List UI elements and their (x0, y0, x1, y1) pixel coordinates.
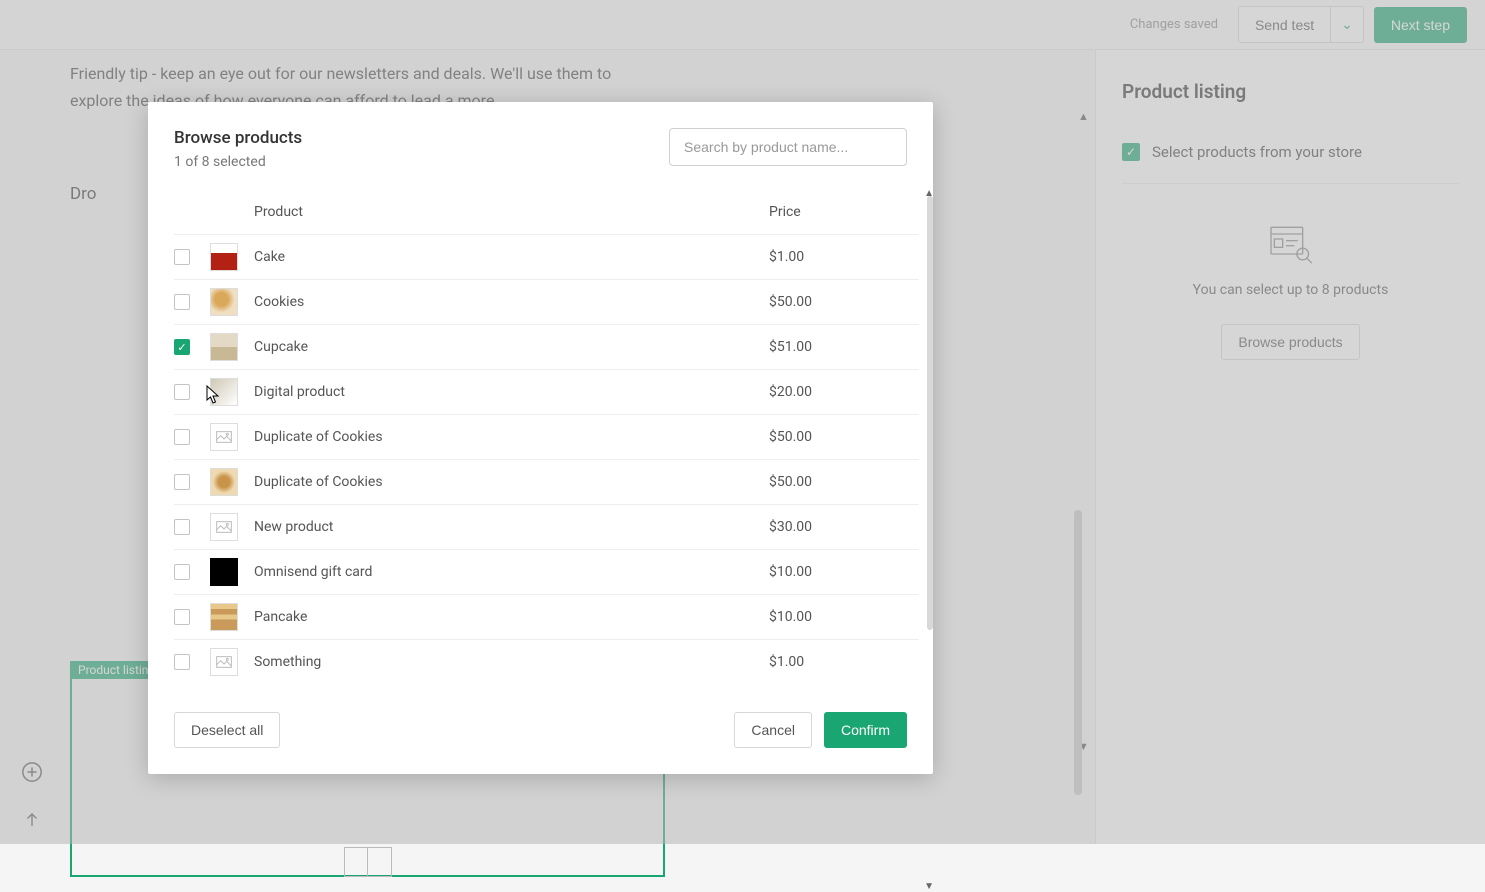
product-price: $50.00 (769, 280, 919, 325)
table-row[interactable]: Cookies$50.00 (174, 280, 919, 325)
product-name: Digital product (254, 370, 769, 415)
product-list-icon (344, 847, 392, 877)
product-checkbox[interactable]: ✓ (174, 339, 190, 355)
product-price: $51.00 (769, 325, 919, 370)
column-header-price: Price (769, 196, 919, 235)
product-name: Omnisend gift card (254, 550, 769, 595)
product-thumbnail (210, 243, 238, 271)
product-price: $1.00 (769, 235, 919, 280)
product-thumbnail (210, 603, 238, 631)
product-checkbox[interactable] (174, 384, 190, 400)
browse-products-modal: Browse products 1 of 8 selected ▲ ▼ Prod… (148, 102, 933, 774)
table-row[interactable]: ✓ Cupcake$51.00 (174, 325, 919, 370)
product-name: Cake (254, 235, 769, 280)
product-checkbox[interactable] (174, 429, 190, 445)
product-price: $50.00 (769, 460, 919, 505)
table-row[interactable]: Omnisend gift card$10.00 (174, 550, 919, 595)
product-price: $30.00 (769, 505, 919, 550)
product-price: $20.00 (769, 370, 919, 415)
table-scrollbar-thumb[interactable] (927, 196, 933, 630)
product-thumbnail (210, 513, 238, 541)
modal-header: Browse products 1 of 8 selected (148, 128, 933, 170)
table-row[interactable]: Cake$1.00 (174, 235, 919, 280)
product-checkbox[interactable] (174, 249, 190, 265)
product-name: Duplicate of Cookies (254, 415, 769, 460)
product-price: $10.00 (769, 595, 919, 640)
product-name: Duplicate of Cookies (254, 460, 769, 505)
product-name: Cupcake (254, 325, 769, 370)
confirm-button[interactable]: Confirm (824, 712, 907, 748)
product-checkbox[interactable] (174, 564, 190, 580)
product-thumbnail (210, 468, 238, 496)
product-thumbnail (210, 648, 238, 676)
product-table-wrap: ▲ ▼ Product Price Cake$1.00Cookies$50.00… (148, 196, 933, 684)
product-name: New product (254, 505, 769, 550)
product-price: $10.00 (769, 550, 919, 595)
product-name: Cookies (254, 280, 769, 325)
table-row[interactable]: Duplicate of Cookies$50.00 (174, 415, 919, 460)
search-input[interactable] (669, 128, 907, 166)
deselect-all-button[interactable]: Deselect all (174, 712, 280, 748)
product-checkbox[interactable] (174, 609, 190, 625)
table-row[interactable]: New product$30.00 (174, 505, 919, 550)
product-price: $1.00 (769, 640, 919, 685)
column-header-product: Product (254, 196, 769, 235)
product-thumbnail (210, 423, 238, 451)
table-row[interactable]: Digital product$20.00 (174, 370, 919, 415)
modal-selected-count: 1 of 8 selected (174, 154, 302, 170)
product-name: Pancake (254, 595, 769, 640)
modal-footer: Deselect all Cancel Confirm (148, 684, 933, 748)
product-checkbox[interactable] (174, 519, 190, 535)
table-scroll-down[interactable]: ▼ (924, 881, 934, 892)
product-thumbnail (210, 558, 238, 586)
product-table: Product Price Cake$1.00Cookies$50.00✓Cup… (174, 196, 919, 684)
product-checkbox[interactable] (174, 654, 190, 670)
product-checkbox[interactable] (174, 294, 190, 310)
product-thumbnail (210, 378, 238, 406)
cancel-button[interactable]: Cancel (734, 712, 812, 748)
table-row[interactable]: Something$1.00 (174, 640, 919, 685)
product-price: $50.00 (769, 415, 919, 460)
modal-title: Browse products (174, 128, 302, 148)
product-thumbnail (210, 333, 238, 361)
product-checkbox[interactable] (174, 474, 190, 490)
product-thumbnail (210, 288, 238, 316)
table-row[interactable]: Pancake$10.00 (174, 595, 919, 640)
table-row[interactable]: Duplicate of Cookies$50.00 (174, 460, 919, 505)
product-name: Something (254, 640, 769, 685)
